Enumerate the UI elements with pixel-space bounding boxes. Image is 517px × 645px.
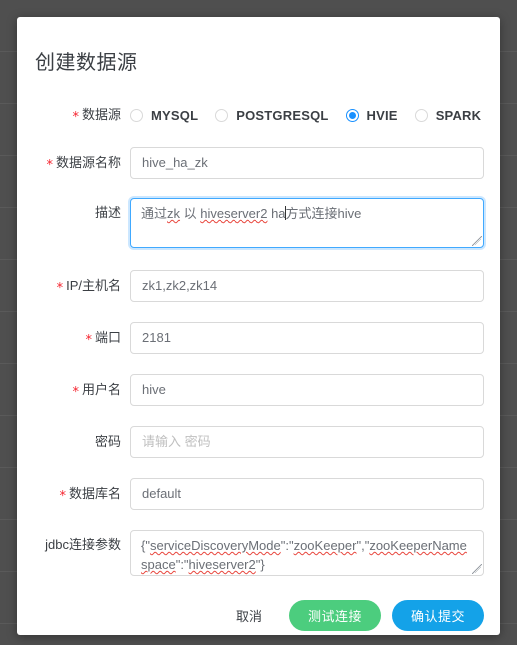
text-run: 以: [180, 206, 201, 221]
radio-dot-icon[interactable]: [414, 108, 428, 122]
datasource-radio-mysql[interactable]: MYSQL: [130, 108, 198, 123]
datasource-label: * 数据源: [17, 99, 130, 132]
text-run: ":": [280, 538, 294, 553]
username-label-text: 用户名: [81, 382, 121, 397]
description-textarea[interactable]: 通过zk 以 hiveserver2 ha方式连接hive: [130, 198, 484, 248]
username-label: * 用户名: [17, 374, 130, 407]
radio-dot-icon[interactable]: [345, 108, 359, 122]
database-input[interactable]: default: [130, 478, 484, 510]
dialog-footer: 取消 测试连接 确认提交: [17, 600, 500, 631]
database-label-text: 数据库名: [68, 486, 121, 501]
required-asterisk: *: [72, 110, 79, 125]
description-label: 描述: [17, 198, 130, 228]
jdbc-params-textarea[interactable]: {"serviceDiscoveryMode":"zooKeeper","zoo…: [130, 530, 484, 576]
port-input[interactable]: 2181: [130, 322, 484, 354]
form-row-description: 描述 通过zk 以 hiveserver2 ha方式连接hive: [17, 198, 500, 248]
form-row-database: * 数据库名 default: [17, 478, 500, 511]
form-row-jdbc-params: jdbc连接参数 {"serviceDiscoveryMode":"zooKee…: [17, 530, 500, 576]
resize-grip-icon[interactable]: [470, 234, 482, 246]
create-datasource-dialog: 创建数据源 * 数据源 MYSQL POSTGRESQL HVIE SPARK * 数据源…: [17, 17, 500, 635]
jdbc-params-label: jdbc连接参数: [17, 530, 130, 560]
form-row-port: * 端口 2181: [17, 322, 500, 355]
required-asterisk: *: [56, 281, 64, 296]
text-run: ":": [175, 557, 189, 572]
required-asterisk: *: [85, 333, 92, 348]
required-asterisk: *: [59, 489, 66, 504]
name-label: * 数据源名称: [17, 147, 130, 180]
form-row-username: * 用户名 hive: [17, 374, 500, 407]
required-asterisk: *: [46, 158, 53, 173]
host-input[interactable]: zk1,zk2,zk14: [130, 270, 484, 302]
port-label: * 端口: [17, 322, 130, 355]
page-title: 创建数据源: [35, 52, 138, 74]
port-label-text: 端口: [94, 330, 121, 345]
password-input[interactable]: 请输入 密码: [130, 426, 484, 458]
datasource-label-text: 数据源: [81, 107, 121, 122]
password-label-text: 密码: [94, 434, 121, 449]
misspelled-word: serviceDiscoveryMode: [149, 538, 281, 553]
form-row-password: 密码 请输入 密码: [17, 426, 500, 458]
text-run: 通过: [141, 206, 168, 221]
radio-dot-icon[interactable]: [130, 108, 143, 122]
form-row-datasource: * 数据源 MYSQL POSTGRESQL HVIE SPARK: [17, 99, 500, 132]
submit-button[interactable]: 确认提交: [391, 600, 484, 631]
datasource-radio-label: SPARK: [435, 107, 482, 123]
radio-dot-icon[interactable]: [215, 108, 229, 122]
text-run: 方式连接hive: [285, 206, 362, 221]
username-input[interactable]: hive: [130, 374, 484, 406]
form-row-host: * IP/主机名 zk1,zk2,zk14: [17, 270, 500, 303]
misspelled-word: zooKeeper: [293, 538, 357, 553]
text-run: "}: [255, 557, 265, 572]
test-connection-button[interactable]: 测试连接: [288, 600, 381, 631]
misspelled-word: hiveserver2: [200, 206, 268, 221]
form-row-name: * 数据源名称 hive_ha_zk: [17, 147, 500, 180]
misspelled-word: zk: [167, 206, 181, 221]
cancel-button[interactable]: 取消: [236, 606, 278, 625]
misspelled-word: hiveserver2: [188, 557, 256, 572]
jdbc-params-label-text: jdbc连接参数: [45, 537, 121, 552]
name-label-text: 数据源名称: [55, 155, 121, 170]
datasource-name-input[interactable]: hive_ha_zk: [130, 147, 484, 179]
database-label: * 数据库名: [17, 478, 130, 511]
required-asterisk: *: [72, 385, 79, 400]
text-run: ",": [356, 538, 370, 553]
text-run: {": [141, 538, 150, 553]
datasource-radio-label: POSTGRESQL: [236, 107, 329, 123]
text-run: ha: [267, 206, 286, 221]
host-label-text: IP/主机名: [66, 278, 121, 293]
datasource-radio-label: HVIE: [366, 107, 398, 123]
datasource-radio-hvie[interactable]: HVIE: [345, 107, 398, 123]
password-label: 密码: [17, 426, 130, 458]
resize-grip-icon[interactable]: [470, 562, 482, 574]
datasource-radio-group[interactable]: MYSQL POSTGRESQL HVIE SPARK: [130, 99, 500, 131]
host-label: * IP/主机名: [17, 270, 130, 303]
datasource-radio-label: MYSQL: [151, 107, 199, 123]
datasource-radio-spark[interactable]: SPARK: [414, 107, 482, 123]
datasource-radio-postgresql[interactable]: POSTGRESQL: [215, 108, 328, 123]
description-label-text: 描述: [94, 205, 121, 220]
